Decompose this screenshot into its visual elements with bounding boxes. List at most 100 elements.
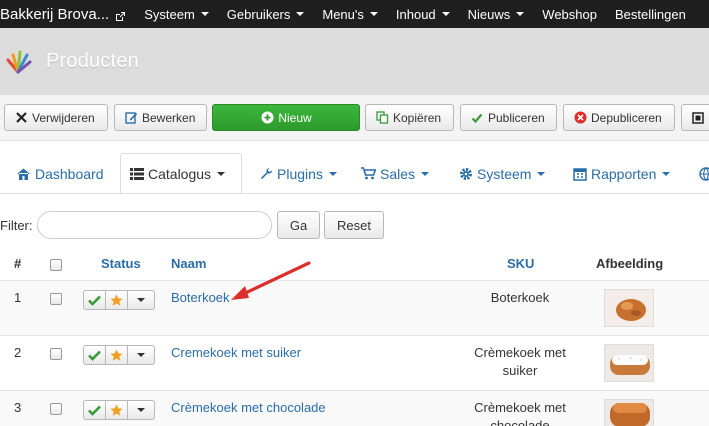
star-icon — [110, 349, 123, 361]
nav-webshop[interactable]: Webshop — [542, 7, 597, 22]
product-link[interactable]: Cremekoek met suiker — [171, 345, 301, 360]
tab-sales[interactable]: Sales — [353, 153, 437, 194]
nav-bestellingen[interactable]: Bestellingen — [615, 7, 686, 22]
row-number: 2 — [14, 345, 22, 360]
nav-gebruikers[interactable]: Gebruikers — [227, 7, 305, 22]
col-header-status[interactable]: Status — [101, 256, 141, 271]
edit-button[interactable]: Bewerken — [114, 104, 207, 131]
sku-cell: Boterkoek — [490, 290, 550, 305]
chevron-down-icon — [369, 12, 378, 16]
list-icon — [129, 167, 144, 182]
close-circle-icon — [573, 111, 587, 125]
external-link-icon — [115, 9, 126, 21]
status-controls — [83, 290, 155, 310]
annotation-arrow-icon — [231, 261, 311, 300]
chevron-down-icon — [441, 12, 450, 16]
filter-input[interactable] — [37, 211, 272, 239]
chevron-down-icon — [421, 171, 430, 176]
copy-icon — [375, 111, 389, 125]
chevron-down-icon — [537, 171, 546, 176]
reset-button[interactable]: Reset — [324, 211, 384, 239]
logo-icon — [4, 46, 32, 76]
sku-cell: Crèmekoek met chocolade — [474, 400, 566, 426]
unpublish-button[interactable]: Depubliceren — [563, 104, 675, 131]
publish-button[interactable]: Publiceren — [460, 104, 557, 131]
col-header-num: # — [14, 256, 22, 271]
col-header-name[interactable]: Naam — [171, 256, 206, 271]
status-dropdown-button[interactable] — [128, 290, 155, 310]
chevron-down-icon — [296, 12, 305, 16]
chevron-down-icon — [137, 298, 145, 302]
page-header: Producten — [0, 28, 709, 95]
go-button[interactable]: Ga — [277, 211, 320, 239]
new-button[interactable]: Nieuw — [212, 104, 360, 131]
star-icon — [110, 294, 123, 306]
edit-icon — [124, 111, 138, 125]
col-header-sku[interactable]: SKU — [507, 256, 534, 271]
tab-bar: Dashboard Catalogus Plugins Sales Systee… — [0, 141, 709, 194]
chevron-down-icon — [217, 172, 226, 176]
tab-globe[interactable] — [690, 153, 709, 194]
status-dropdown-button[interactable] — [128, 400, 155, 420]
nav-menus[interactable]: Menu's — [322, 7, 378, 22]
tab-dashboard[interactable]: Dashboard — [8, 153, 112, 194]
published-toggle[interactable] — [83, 400, 106, 420]
tab-plugins[interactable]: Plugins — [250, 153, 345, 194]
status-dropdown-button[interactable] — [128, 345, 155, 365]
plus-circle-icon — [260, 111, 274, 125]
row-number: 1 — [14, 290, 22, 305]
site-name: Bakkerij Brova... — [0, 5, 110, 23]
featured-toggle[interactable] — [106, 400, 128, 420]
top-navbar: Bakkerij Brova... Systeem Gebruikers Men… — [0, 0, 709, 28]
product-image — [604, 289, 654, 327]
tab-systeem[interactable]: Systeem — [450, 153, 553, 194]
tab-catalogus[interactable]: Catalogus — [120, 153, 242, 194]
chevron-down-icon — [328, 171, 337, 176]
chevron-down-icon — [662, 171, 671, 176]
delete-button[interactable]: Verwijderen — [4, 104, 108, 131]
check-icon — [88, 295, 101, 306]
row-divider — [0, 335, 709, 336]
tab-divider — [0, 193, 709, 194]
star-icon — [110, 404, 123, 416]
product-image — [604, 399, 654, 426]
status-controls — [83, 345, 155, 365]
cart-icon — [361, 166, 376, 181]
page-title: Producten — [46, 50, 139, 72]
nav-inhoud[interactable]: Inhoud — [396, 7, 450, 22]
gear-icon — [458, 166, 473, 181]
row-number: 3 — [14, 400, 22, 415]
check-icon — [88, 405, 101, 416]
chevron-down-icon — [200, 12, 209, 16]
toolbar: Verwijderen Bewerken Nieuw Kopiëren Publ… — [0, 95, 709, 141]
check-icon — [470, 111, 484, 125]
product-link[interactable]: Boterkoek — [171, 290, 230, 305]
published-toggle[interactable] — [83, 290, 106, 310]
nav-nieuws[interactable]: Nieuws — [468, 7, 525, 22]
status-controls — [83, 400, 155, 420]
nav-systeem[interactable]: Systeem — [144, 7, 209, 22]
featured-toggle[interactable] — [106, 290, 128, 310]
chevron-down-icon — [137, 408, 145, 412]
sku-cell: Crèmekoek met suiker — [474, 345, 566, 378]
wrench-icon — [258, 166, 273, 181]
copy-button[interactable]: Kopiëren — [365, 104, 454, 131]
close-icon — [14, 111, 28, 125]
check-icon — [88, 350, 101, 361]
filter-label: Filter: — [0, 218, 33, 233]
row-checkbox[interactable] — [50, 293, 62, 305]
more-button[interactable] — [681, 104, 709, 131]
product-link[interactable]: Crèmekoek met chocolade — [171, 400, 326, 415]
row-checkbox[interactable] — [50, 403, 62, 415]
row-checkbox[interactable] — [50, 348, 62, 360]
chevron-down-icon — [516, 12, 525, 16]
featured-toggle[interactable] — [106, 345, 128, 365]
globe-icon — [698, 166, 709, 181]
calendar-icon — [572, 166, 587, 181]
site-link[interactable]: Bakkerij Brova... — [0, 6, 126, 23]
select-all-checkbox[interactable] — [50, 259, 62, 271]
product-image — [604, 344, 654, 382]
chevron-down-icon — [137, 353, 145, 357]
published-toggle[interactable] — [83, 345, 106, 365]
tab-rapporten[interactable]: Rapporten — [564, 153, 678, 194]
